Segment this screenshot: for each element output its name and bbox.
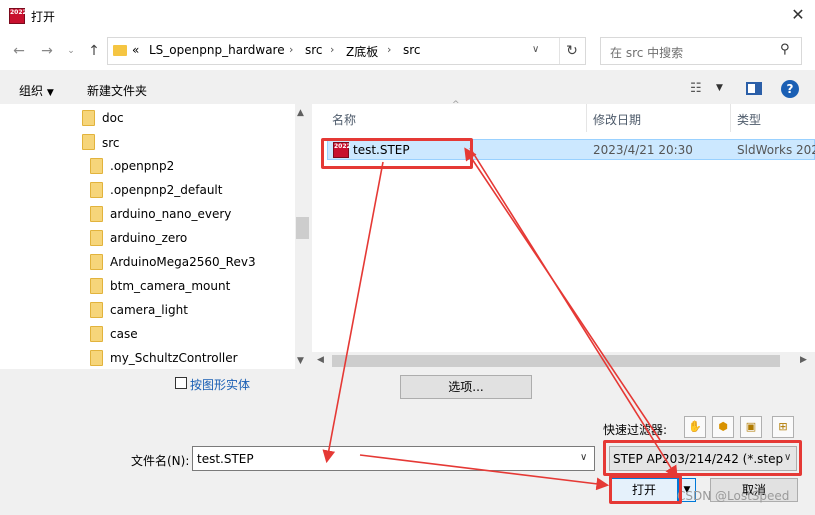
arrow-file-to-filename [322,161,384,464]
annotation-arrows [322,147,678,491]
arrow-filename-to-open [359,454,610,491]
arrow-file-to-open [469,147,678,479]
